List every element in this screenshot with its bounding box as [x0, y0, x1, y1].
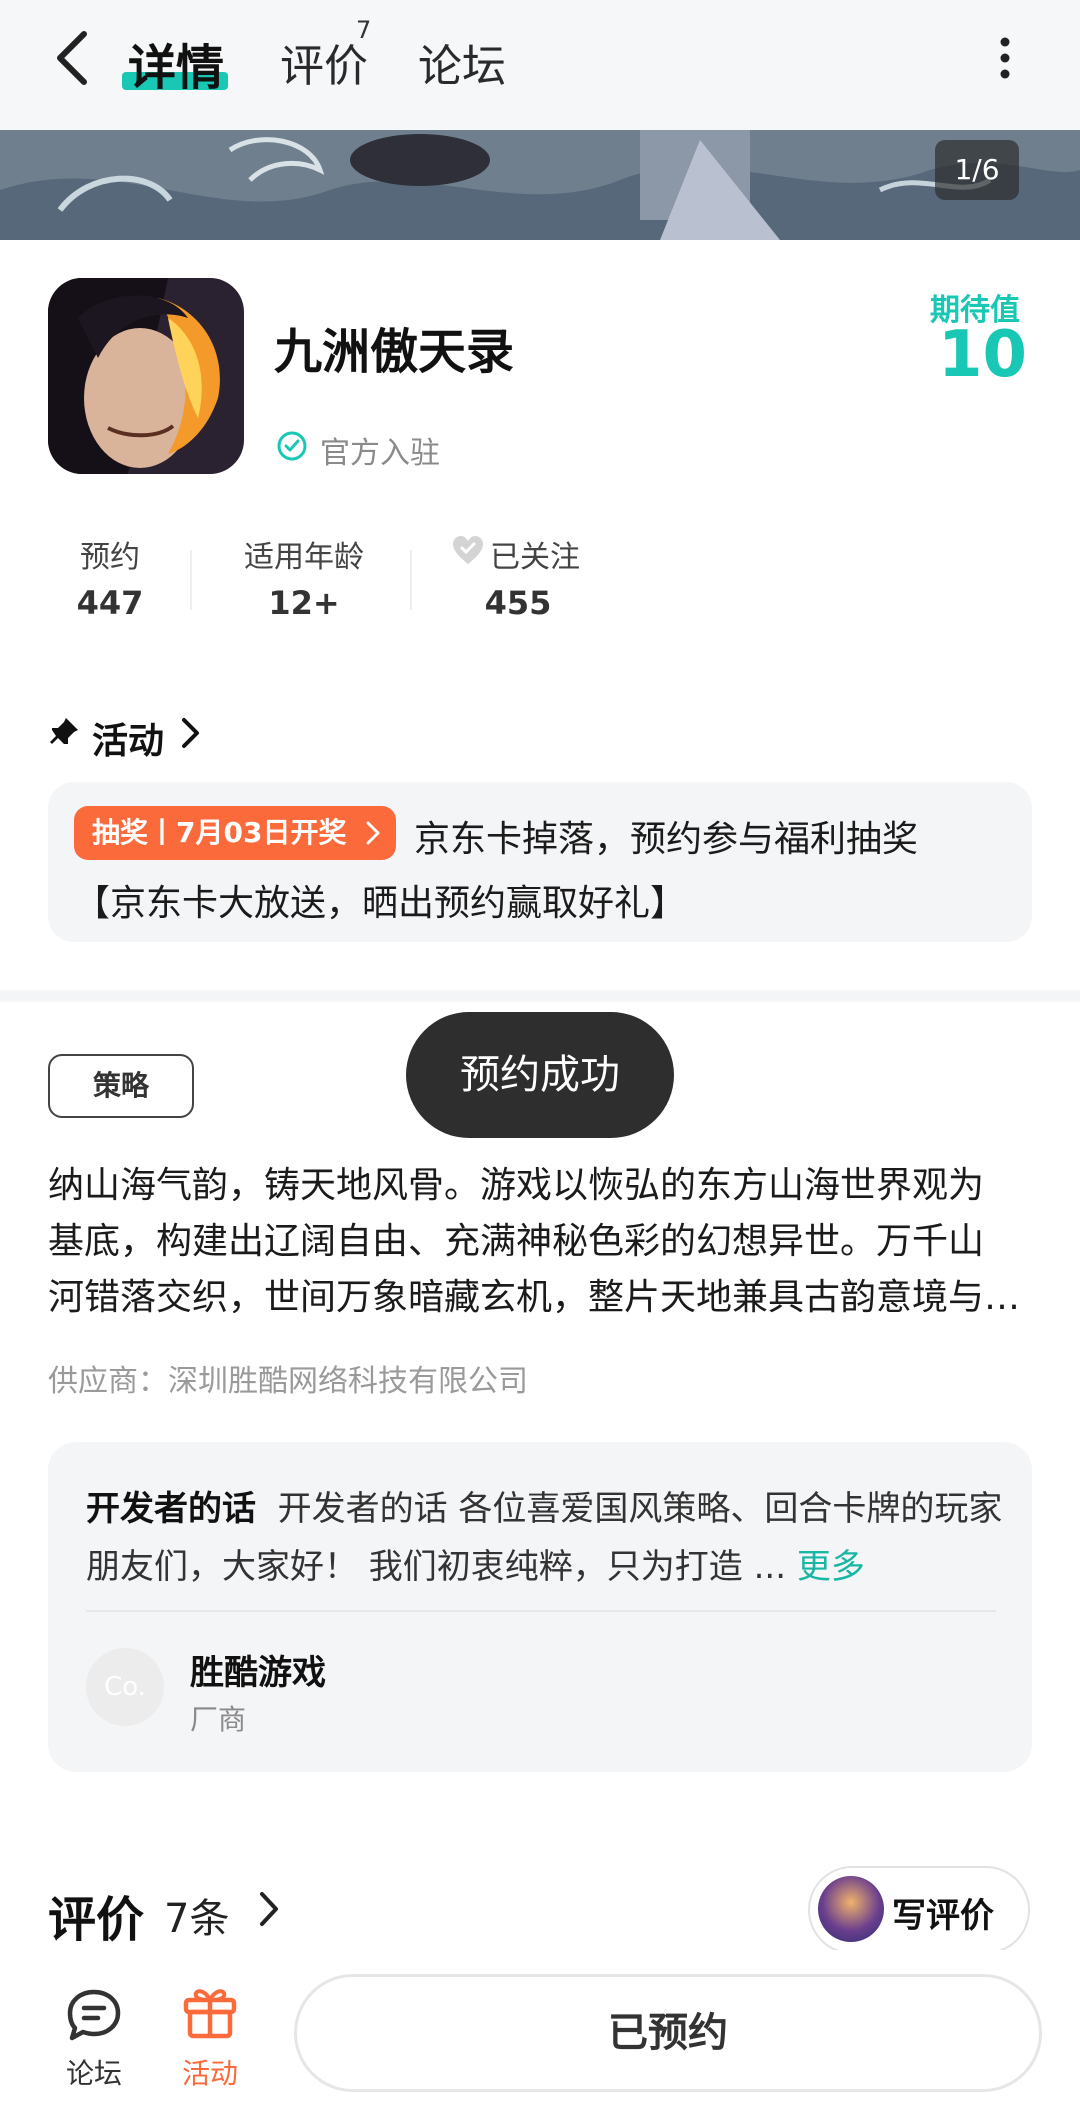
reviews-count[interactable]: 7条 [164, 1886, 229, 1944]
stat-value-age: 12+ [268, 584, 340, 622]
stat-label-reserve: 预约 [80, 540, 140, 575]
chevron-right-icon[interactable] [256, 1890, 282, 1928]
gift-icon[interactable] [180, 1980, 240, 2040]
heart-icon[interactable] [452, 536, 484, 566]
stat-value-followed: 455 [484, 584, 552, 622]
developer-more-link[interactable]: 更多 [797, 1547, 865, 1587]
reviews-count-badge: 7 [356, 16, 372, 44]
description-line: 河错落交织，世间万象暗藏玄机，整片天地兼具古韵意境与… [48, 1277, 1021, 1318]
activity-line2: 【京东卡大放送，晒出预约赢取好礼】 [74, 883, 687, 924]
company-avatar[interactable]: Co. [86, 1648, 164, 1726]
pin-icon [50, 718, 78, 744]
back-arrow-icon[interactable] [50, 28, 94, 88]
verified-check-icon [277, 431, 307, 461]
company-name[interactable]: 胜酷游戏 [190, 1645, 326, 1694]
screenshot-banner[interactable] [0, 130, 1080, 240]
banner-pager: 1/6 [935, 140, 1019, 200]
activity-line1: 京东卡掉落，预约参与福利抽奖 [414, 819, 919, 860]
developer-message[interactable]: 开发者的话 开发者的话 各位喜爱国风策略、回合卡牌的玩家朋友们，大家好！ 我们初… [86, 1480, 1006, 1596]
reserved-button[interactable]: 已预约 [294, 1974, 1042, 2092]
tab-reviews[interactable]: 评价 [280, 30, 368, 94]
developer-divider [86, 1610, 996, 1612]
lottery-tag[interactable]: 抽奖丨7月03日开奖 [74, 806, 396, 860]
expect-value: 10 [938, 318, 1028, 392]
supplier: 供应商：深圳胜酷网络科技有限公司 [48, 1364, 528, 1399]
more-vertical-icon[interactable] [990, 34, 1020, 82]
tab-forum[interactable]: 论坛 [418, 30, 506, 94]
tab-details[interactable]: 详情 [128, 28, 224, 98]
banner-artwork [0, 130, 1080, 240]
stat-label-age: 适用年龄 [244, 540, 364, 575]
company-role: 厂商 [190, 1703, 247, 1736]
stat-divider [190, 550, 192, 610]
app-title: 九洲傲天录 [274, 324, 515, 380]
description[interactable]: 纳山海气韵，铸天地风骨。游戏以恢弘的东方山海世界观为 基底，构建出辽阔自由、充满… [48, 1158, 1032, 1326]
stat-label-followed[interactable]: 已关注 [490, 532, 580, 576]
forum-chat-icon[interactable] [64, 1986, 124, 2046]
section-separator [0, 990, 1080, 1002]
lottery-tag-label: 抽奖丨7月03日开奖 [92, 816, 347, 849]
stat-value-reserve: 447 [76, 584, 144, 622]
genre-tag[interactable]: 策略 [48, 1054, 194, 1118]
official-label: 官方入驻 [320, 436, 440, 471]
chevron-right-icon [366, 821, 380, 845]
write-review-label[interactable]: 写评价 [892, 1888, 994, 1937]
developer-heading: 开发者的话 [86, 1489, 256, 1529]
activity-title[interactable]: 活动 [92, 712, 164, 764]
description-line: 纳山海气韵，铸天地风骨。游戏以恢弘的东方山海世界观为 [48, 1165, 985, 1206]
chevron-right-icon[interactable] [178, 716, 202, 750]
app-icon [48, 278, 244, 474]
description-line: 基底，构建出辽阔自由、充满神秘色彩的幻想异世。万千山 [48, 1221, 985, 1262]
reviews-title[interactable]: 评价 [48, 1880, 144, 1950]
stat-divider [410, 550, 412, 610]
toast-reserved-success: 预约成功 [406, 1012, 674, 1138]
user-avatar [818, 1876, 884, 1942]
nav-label-activity[interactable]: 活动 [170, 2052, 250, 2092]
nav-label-forum[interactable]: 论坛 [54, 2052, 134, 2092]
